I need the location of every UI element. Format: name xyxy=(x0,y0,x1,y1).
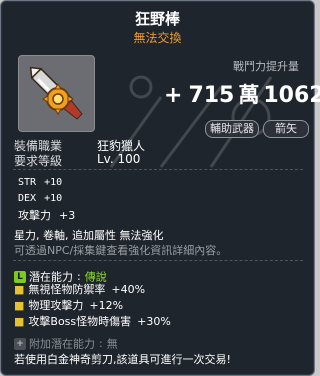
type-tag: 箭矢 xyxy=(263,120,309,138)
additional-potential-colon: : xyxy=(99,337,103,350)
arrow-quiver-icon xyxy=(29,66,83,120)
item-icon-frame xyxy=(18,55,95,132)
level-label: 要求等級 xyxy=(14,154,63,168)
divider xyxy=(13,260,303,261)
additional-potential-icon: + xyxy=(14,337,26,350)
stat-line: DEX +10 xyxy=(18,193,62,204)
combat-power-minor: 1062 xyxy=(263,83,320,108)
potential-line: ■ 無視怪物防禦率 +40% xyxy=(14,281,145,297)
footer-note: 若使用白金神奇剪刀,該道具可進行一次交易! xyxy=(14,353,231,366)
potential-line: ■ 物理攻擊力 +12% xyxy=(14,297,123,313)
stat-name: DEX xyxy=(18,193,37,204)
additional-potential-header: + 附加潛在能力: 無 xyxy=(14,333,118,352)
divider xyxy=(13,169,303,170)
trade-status: 無法交換 xyxy=(133,31,182,45)
stat-value: +10 xyxy=(44,177,63,188)
potential-value: +30% xyxy=(137,315,171,328)
stat-value: +10 xyxy=(44,193,63,204)
potential-value: +12% xyxy=(89,299,124,312)
bullet-icon: ■ xyxy=(14,283,25,296)
stat-name: 攻擊力 xyxy=(18,209,51,222)
item-tooltip: 狂野棒 無法交換 戰鬥力提升量 + 715 萬 1062 輔助武器 箭矢 裝備職… xyxy=(0,0,320,376)
additional-potential-value: 無 xyxy=(106,337,118,351)
combat-power-unit: 萬 xyxy=(238,83,260,107)
combat-power-label: 戰鬥力提升量 xyxy=(233,60,299,73)
stat-value: +3 xyxy=(59,209,76,222)
potential-text: 物理攻擊力 xyxy=(28,299,84,312)
stat-name: STR xyxy=(18,177,37,188)
potential-text: 攻擊Boss怪物時傷害 xyxy=(28,315,132,328)
level-value: Lv. 100 xyxy=(97,152,141,166)
combat-power-sign: + xyxy=(164,83,183,108)
bullet-icon: ■ xyxy=(14,315,25,328)
combat-power-value: +715 萬 1062 xyxy=(164,79,320,109)
additional-potential-label: 附加潛在能力 xyxy=(29,337,95,351)
bullet-icon: ■ xyxy=(14,299,25,312)
stat-line: 攻擊力 +3 xyxy=(18,207,75,223)
potential-value: +40% xyxy=(111,283,146,296)
stat-line: STR +10 xyxy=(18,177,62,188)
enhancement-note: 星力, 卷軸, 追加屬性 無法強化 xyxy=(14,229,164,242)
category-tag: 輔助武器 xyxy=(205,120,259,138)
item-name: 狂野棒 xyxy=(134,10,180,28)
potential-text: 無視怪物防禦率 xyxy=(28,283,106,296)
enhancement-hint: 可透過NPC/採集鍵查看強化資訊詳細內容。 xyxy=(14,244,228,257)
potential-line: ■ 攻擊Boss怪物時傷害 +30% xyxy=(14,313,171,329)
combat-power-major: 715 xyxy=(188,83,235,108)
